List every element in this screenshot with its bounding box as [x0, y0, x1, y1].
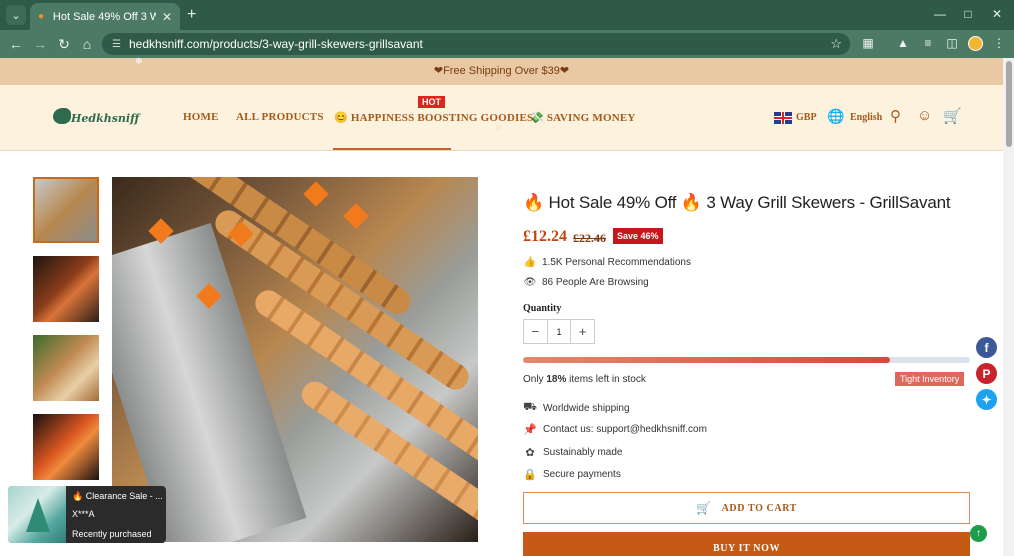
- fire-favicon-icon: ●: [38, 10, 45, 22]
- nav-home[interactable]: HOME: [183, 111, 219, 123]
- chevron-down-icon: ⌄: [11, 9, 21, 22]
- product-thumbnail-2[interactable]: [33, 256, 99, 322]
- new-tab-button[interactable]: +: [187, 6, 196, 24]
- tab-search-button[interactable]: ⌄: [6, 5, 26, 25]
- address-bar[interactable]: ☰ hedkhsniff.com/products/3-way-grill-sk…: [102, 33, 850, 55]
- profile-avatar[interactable]: [968, 36, 983, 51]
- buy-it-now-button[interactable]: BUY IT NOW: [523, 532, 970, 556]
- logo-bird-icon: [53, 108, 71, 124]
- browsing-text: 86 People Are Browsing: [542, 277, 649, 288]
- thumbs-up-icon: 👍: [523, 257, 537, 268]
- cart-icon: 🛒: [696, 500, 712, 515]
- twitter-share-icon[interactable]: ✦: [976, 389, 997, 410]
- nav-happiness-boosting-goodies[interactable]: 😊 HAPPINESS BOOSTING GOODIES: [334, 111, 533, 124]
- facebook-share-icon[interactable]: f: [976, 337, 997, 358]
- snowflake-icon: ❄: [495, 123, 503, 133]
- close-window-icon[interactable]: ✕: [990, 7, 1004, 21]
- tab-title: Hot Sale 49% Off 3 Way Grill Skewers - G…: [52, 10, 156, 23]
- language-selector[interactable]: English: [850, 112, 882, 123]
- home-icon[interactable]: ⌂: [78, 35, 96, 53]
- reload-icon[interactable]: ↻: [55, 35, 73, 53]
- uk-flag-icon[interactable]: [774, 112, 792, 124]
- truck-icon: ⛟: [523, 401, 537, 413]
- maximize-icon[interactable]: □: [961, 7, 975, 21]
- active-nav-underline: [333, 148, 451, 150]
- minimize-icon[interactable]: —: [933, 7, 947, 21]
- tight-inventory-badge: Tight Inventory: [895, 372, 965, 386]
- globe-icon[interactable]: 🌐: [827, 108, 844, 125]
- snowflake-icon: ❄: [135, 56, 143, 66]
- labs-flask-icon[interactable]: ▲: [895, 36, 911, 50]
- browser-toolbar: ← → ↻ ⌂ ☰ hedkhsniff.com/products/3-way-…: [0, 30, 1014, 58]
- quantity-input[interactable]: 1: [546, 320, 572, 343]
- recommendations-text: 1.5K Personal Recommendations: [542, 257, 691, 268]
- quantity-label: Quantity: [523, 303, 562, 314]
- add-to-cart-button[interactable]: 🛒 ADD TO CART: [523, 492, 970, 524]
- site-logo[interactable]: Hedkhsniff: [53, 107, 143, 129]
- popup-title: 🔥 Clearance Sale - ...: [72, 491, 163, 501]
- product-main-image[interactable]: [112, 177, 478, 542]
- sale-price: £12.24: [523, 228, 567, 245]
- cart-icon[interactable]: 🛒: [943, 107, 962, 125]
- close-tab-icon[interactable]: ✕: [162, 10, 172, 24]
- scrollbar-thumb[interactable]: [1006, 61, 1012, 147]
- page-scrollbar[interactable]: [1003, 58, 1014, 556]
- site-info-icon[interactable]: ☰: [112, 39, 121, 50]
- back-icon[interactable]: ←: [7, 35, 25, 53]
- logo-wordmark: Hedkhsniff: [71, 112, 140, 125]
- quantity-increase-button[interactable]: +: [571, 320, 594, 343]
- save-percent-badge: Save 46%: [613, 228, 663, 244]
- side-panel-icon[interactable]: ◫: [944, 36, 960, 50]
- stock-remaining-text: Only 18% items left in stock: [523, 374, 646, 385]
- url-text: hedkhsniff.com/products/3-way-grill-skew…: [128, 37, 423, 51]
- site-header: Hedkhsniff HOME ALL PRODUCTS 😊 HAPPINESS…: [0, 85, 1003, 151]
- stock-progress-bar: [523, 357, 970, 363]
- reading-list-icon[interactable]: ≡: [920, 36, 936, 50]
- extensions-icon[interactable]: ▦: [860, 36, 876, 50]
- popup-action: Recently purchased: [72, 529, 152, 539]
- browsing-row: 👁 86 People Are Browsing: [523, 277, 649, 288]
- product-thumbnail-3[interactable]: [33, 335, 99, 401]
- forward-icon[interactable]: →: [31, 35, 49, 53]
- account-icon[interactable]: ☺: [917, 107, 932, 124]
- feature-worldwide-shipping: ⛟ Worldwide shipping: [523, 401, 630, 414]
- nav-all-products[interactable]: ALL PRODUCTS: [236, 111, 324, 123]
- lock-icon: 🔒: [523, 469, 537, 481]
- bookmark-star-icon[interactable]: ☆: [830, 36, 842, 52]
- popup-product-image: [8, 486, 66, 543]
- chat-widget-icon[interactable]: ↑: [970, 525, 987, 542]
- quantity-decrease-button[interactable]: −: [524, 320, 547, 343]
- product-thumbnail-1[interactable]: [33, 177, 99, 243]
- currency-selector[interactable]: GBP: [796, 112, 817, 123]
- stock-progress-fill: [523, 357, 890, 363]
- feature-secure-payments: 🔒 Secure payments: [523, 469, 621, 481]
- product-thumbnail-4[interactable]: [33, 414, 99, 480]
- tab-strip: ⌄ ● Hot Sale 49% Off 3 Way Grill Skewers…: [0, 0, 1014, 30]
- compare-at-price: £22.46: [573, 231, 606, 245]
- pinterest-share-icon[interactable]: P: [976, 363, 997, 384]
- announcement-bar: ❤Free Shipping Over $39❤: [0, 58, 1003, 85]
- popup-buyer: X***A: [72, 509, 95, 519]
- product-title: 🔥 Hot Sale 49% Off 🔥 3 Way Grill Skewers…: [523, 193, 951, 212]
- browser-window: ⌄ ● Hot Sale 49% Off 3 Way Grill Skewers…: [0, 0, 1014, 556]
- recent-purchase-popup[interactable]: 🔥 Clearance Sale - ... X***A Recently pu…: [8, 486, 166, 543]
- more-menu-icon[interactable]: ⋮: [991, 36, 1007, 50]
- quantity-stepper: − 1 +: [523, 319, 595, 344]
- browser-tab-active[interactable]: ● Hot Sale 49% Off 3 Way Grill Skewers -…: [30, 3, 180, 30]
- recommendations-row: 👍 1.5K Personal Recommendations: [523, 257, 691, 268]
- pin-icon: 📌: [523, 424, 537, 436]
- search-icon[interactable]: ⚲: [890, 107, 901, 125]
- eye-icon: 👁: [523, 277, 537, 288]
- leaf-icon: ✿: [525, 447, 535, 459]
- feature-sustainably-made: ✿ Sustainably made: [523, 446, 622, 459]
- hot-badge: HOT: [418, 96, 445, 108]
- feature-contact: 📌 Contact us: support@hedkhsniff.com: [523, 424, 707, 436]
- nav-saving-money[interactable]: 💸 SAVING MONEY: [530, 111, 636, 124]
